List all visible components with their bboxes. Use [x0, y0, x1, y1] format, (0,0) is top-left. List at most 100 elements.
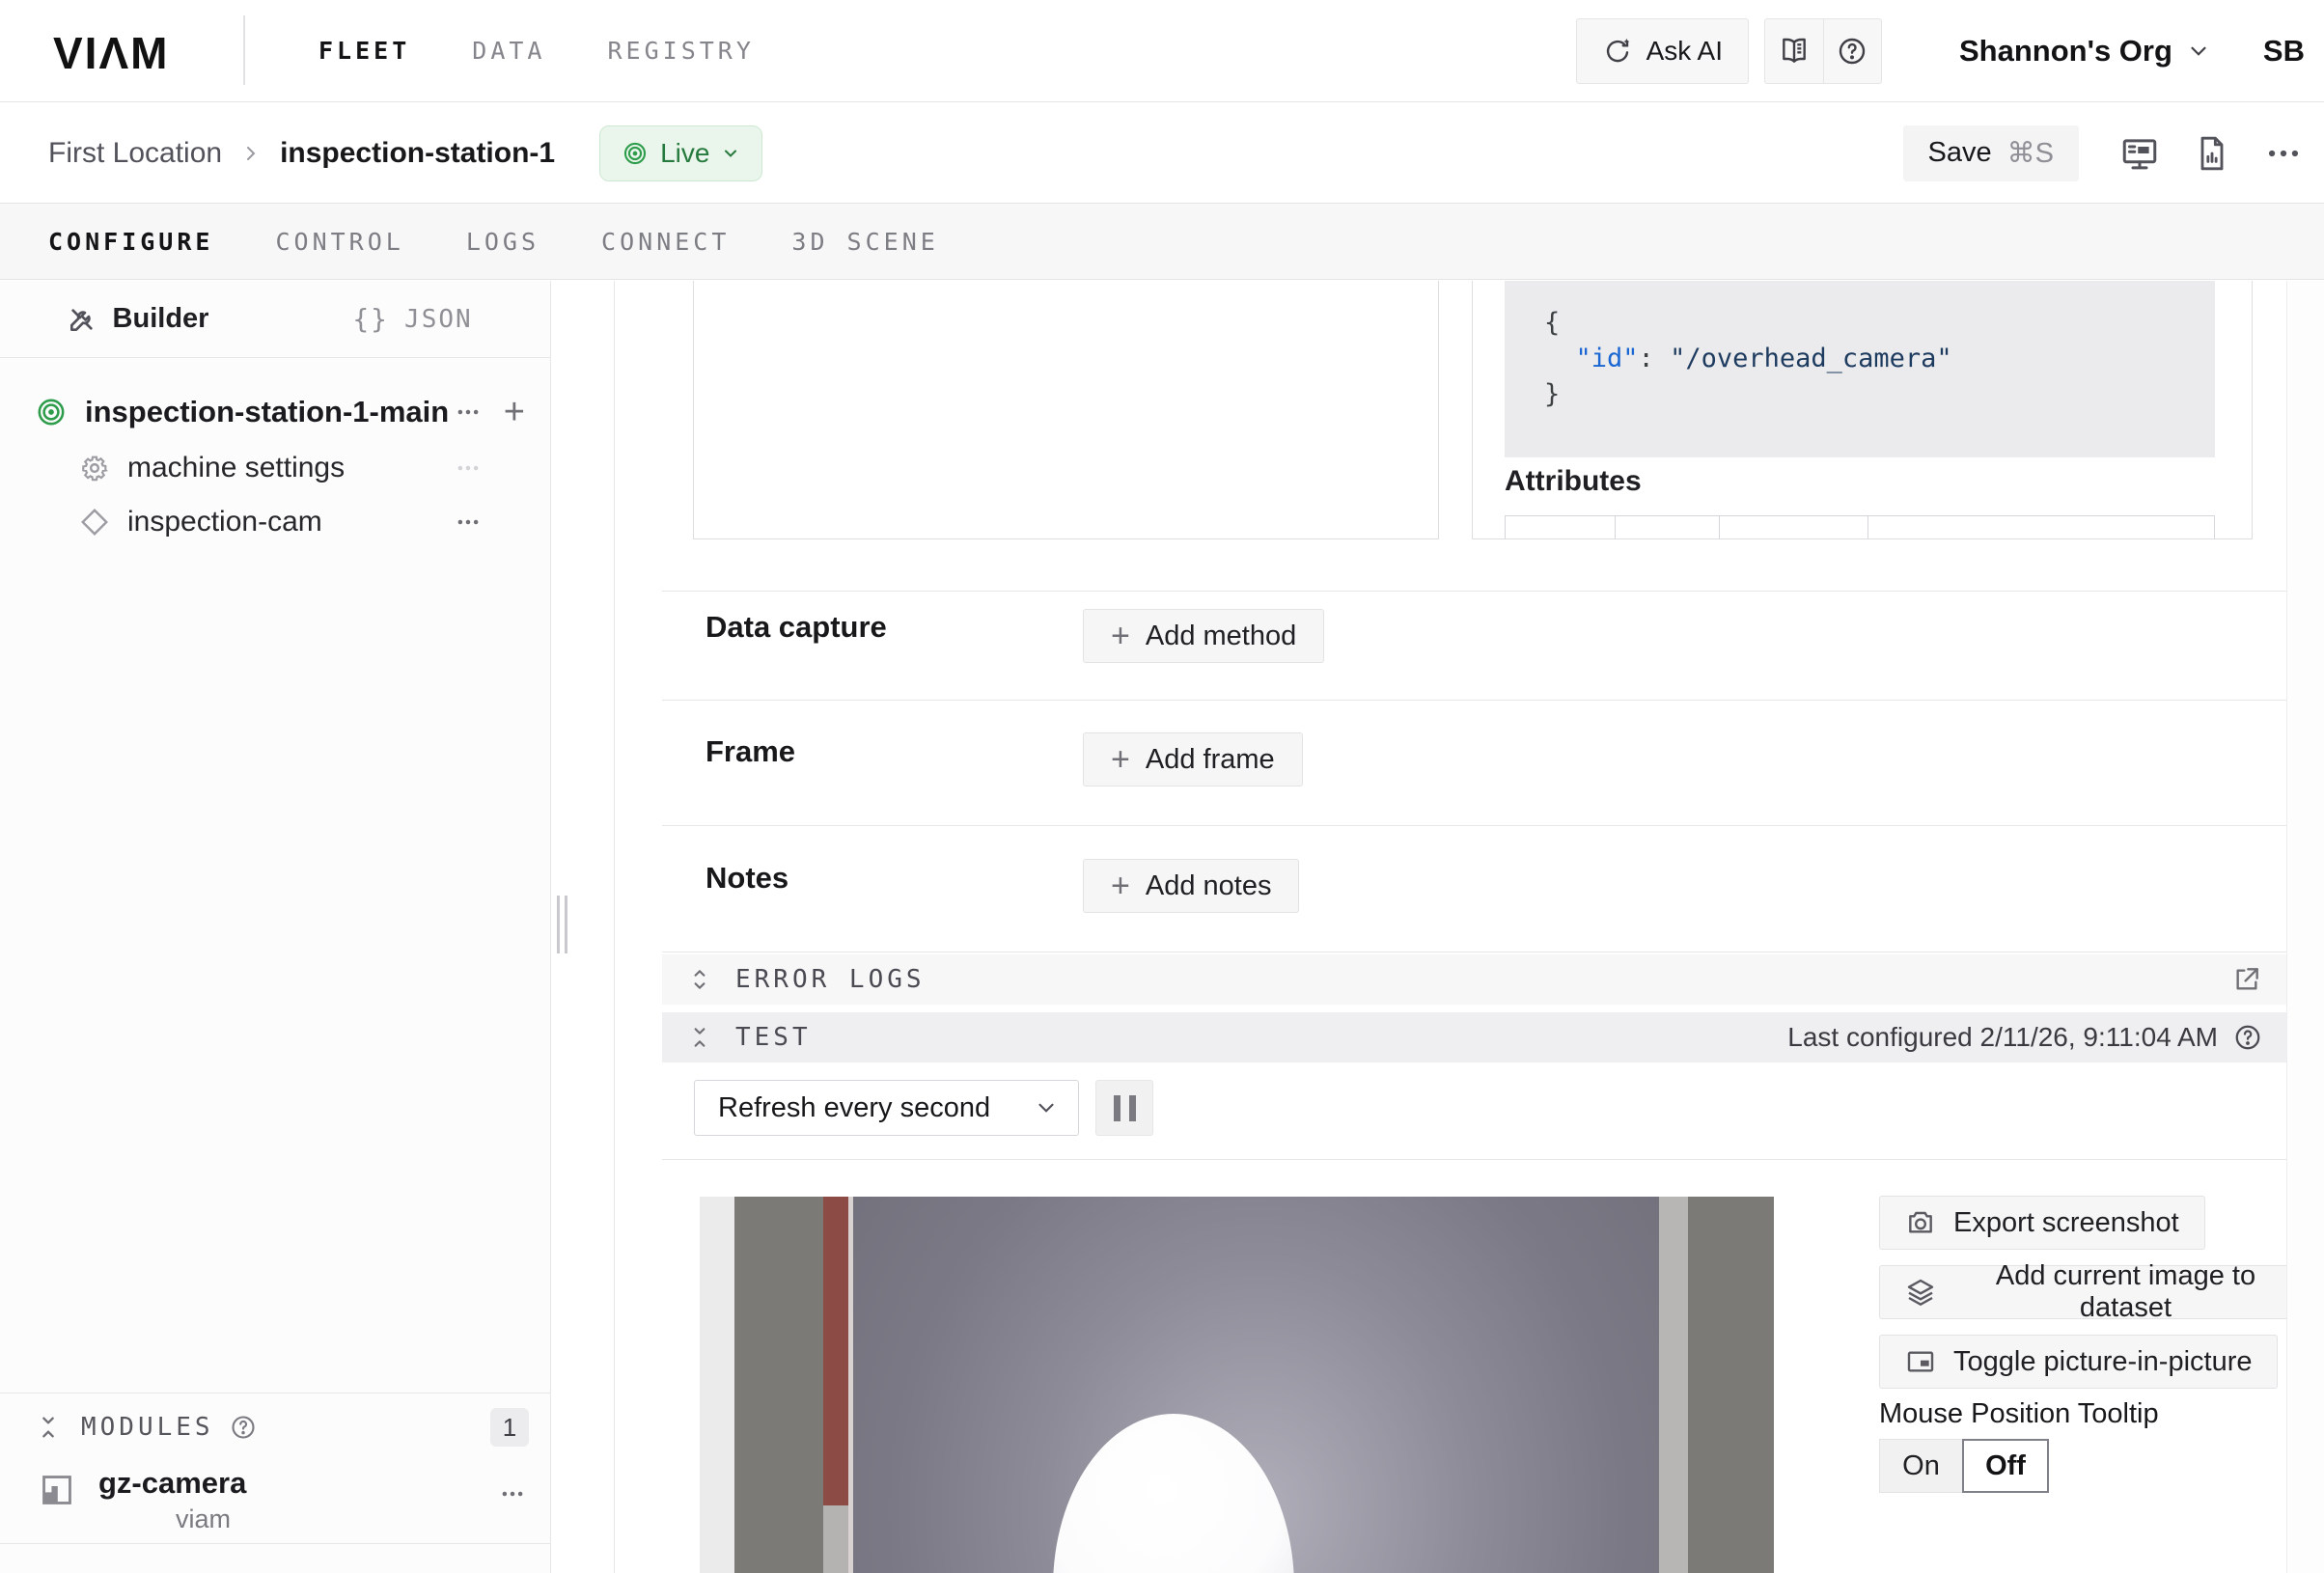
error-logs-title: ERROR LOGS — [735, 965, 926, 994]
sidebar-item-inspection-cam[interactable]: inspection-cam — [0, 499, 550, 545]
tab-control[interactable]: CONTROL — [275, 228, 403, 256]
row-divider — [662, 825, 2287, 826]
more-options-icon[interactable] — [2262, 132, 2305, 175]
nav-registry[interactable]: REGISTRY — [607, 37, 754, 65]
test-section-bar[interactable]: TEST Last configured 2/11/26, 9:11:04 AM — [662, 1012, 2287, 1062]
chevron-right-icon — [239, 142, 263, 165]
expand-section-icon[interactable] — [687, 967, 712, 992]
config-sidebar: Builder {} JSON inspection-station-1-mai… — [0, 281, 551, 1573]
top-nav: FLEET DATA REGISTRY — [318, 0, 755, 101]
machine-status-badge[interactable]: Live — [599, 125, 762, 181]
module-item-gz-camera[interactable]: gz-camera viam — [0, 1466, 550, 1534]
module-name: gz-camera — [98, 1466, 246, 1501]
module-icon — [39, 1472, 75, 1534]
error-logs-section-bar[interactable]: ERROR LOGS — [662, 954, 2287, 1005]
workspace: Builder {} JSON inspection-station-1-mai… — [0, 281, 2324, 1573]
tab-3d-scene[interactable]: 3D SCENE — [791, 228, 938, 256]
help-circle-icon[interactable] — [230, 1414, 257, 1441]
help-circle-icon[interactable] — [1823, 19, 1881, 83]
breadcrumb: First Location inspection-station-1 Live — [48, 103, 762, 203]
collapse-section-icon[interactable] — [687, 1025, 712, 1050]
sidebar-item-machine-part[interactable]: inspection-station-1-main + — [0, 389, 550, 435]
help-circle-icon[interactable] — [2233, 1023, 2262, 1052]
ask-ai-button[interactable]: Ask AI — [1576, 18, 1749, 84]
more-options-icon[interactable] — [498, 1479, 527, 1534]
modules-divider — [0, 1393, 550, 1394]
inspection-cam-label: inspection-cam — [127, 506, 322, 538]
add-frame-button[interactable]: + Add frame — [1083, 732, 1303, 786]
machine-part-name: inspection-station-1-main — [85, 395, 449, 429]
tab-logs[interactable]: LOGS — [466, 228, 540, 256]
camera-icon — [1905, 1207, 1936, 1238]
external-link-icon[interactable] — [2231, 964, 2262, 995]
pause-refresh-button[interactable] — [1095, 1080, 1153, 1136]
collapse-section-icon[interactable] — [35, 1414, 62, 1441]
topbar-divider — [243, 15, 245, 85]
add-notes-button[interactable]: + Add notes — [1083, 859, 1299, 913]
chevron-down-icon — [1034, 1095, 1059, 1120]
machine-settings-label: machine settings — [127, 452, 345, 484]
top-bar: VIΛM FLEET DATA REGISTRY Ask AI — [0, 0, 2324, 102]
save-button[interactable]: Save ⌘S — [1903, 125, 2079, 181]
sidebar-resize-handle[interactable] — [557, 896, 567, 953]
refresh-rate-select[interactable]: Refresh every second — [694, 1080, 1079, 1136]
pause-icon — [1114, 1095, 1120, 1121]
camera-stream-view — [700, 1197, 1774, 1573]
live-broadcast-icon — [622, 140, 649, 167]
maroon-stripe — [823, 1197, 848, 1505]
picture-in-picture-icon — [1905, 1346, 1936, 1377]
module-org: viam — [176, 1504, 246, 1534]
toggle-on-button[interactable]: On — [1879, 1439, 1962, 1493]
refresh-rate-value: Refresh every second — [718, 1092, 1034, 1124]
add-image-to-dataset-button[interactable]: Add current image to dataset — [1879, 1265, 2324, 1319]
breadcrumb-location[interactable]: First Location — [48, 137, 222, 170]
mouse-tooltip-toggle: On Off — [1879, 1439, 2049, 1493]
machine-tab-bar: CONFIGURE CONTROL LOGS CONNECT 3D SCENE — [0, 204, 2324, 280]
add-method-button[interactable]: + Add method — [1083, 609, 1324, 663]
row-divider — [662, 1159, 2287, 1160]
docs-book-icon[interactable] — [1765, 19, 1823, 83]
viam-logo[interactable]: VIΛM — [53, 27, 169, 79]
toggle-off-button[interactable]: Off — [1962, 1439, 2049, 1493]
modules-count-badge: 1 — [490, 1408, 529, 1447]
breadcrumb-bar: First Location inspection-station-1 Live… — [0, 103, 2324, 204]
notes-label: Notes — [706, 861, 788, 896]
braces-icon: {} — [352, 303, 389, 335]
component-config-box[interactable] — [693, 281, 1439, 539]
modules-title: MODULES — [81, 1413, 214, 1442]
frame-label: Frame — [706, 734, 795, 769]
row-divider — [662, 700, 2287, 701]
attributes-title: Attributes — [1505, 465, 1642, 498]
user-avatar[interactable]: SB — [2263, 34, 2305, 69]
modules-header: MODULES 1 — [0, 1398, 550, 1456]
toggle-pip-button[interactable]: Toggle picture-in-picture — [1879, 1335, 2278, 1389]
export-screenshot-button[interactable]: Export screenshot — [1879, 1196, 2205, 1250]
test-title: TEST — [735, 1023, 812, 1052]
builder-label: Builder — [113, 303, 209, 335]
tab-configure[interactable]: CONFIGURE — [48, 228, 213, 256]
config-main-panel: { "id": "/overhead_camera" } Attributes … — [614, 281, 2324, 1573]
mouse-position-tooltip-label: Mouse Position Tooltip — [1879, 1398, 2159, 1430]
screencast-monitor-icon[interactable] — [2119, 133, 2160, 174]
attributes-table — [1505, 515, 2215, 539]
more-options-icon[interactable] — [454, 508, 483, 537]
status-label: Live — [660, 138, 709, 169]
nav-fleet[interactable]: FLEET — [318, 37, 410, 65]
org-switcher[interactable]: Shannon's Org — [1959, 34, 2211, 69]
json-mode-button[interactable]: {} JSON — [275, 281, 550, 357]
scrollbar-gutter[interactable] — [2286, 281, 2324, 1573]
chevron-down-icon — [721, 144, 740, 163]
file-report-icon[interactable] — [2193, 134, 2231, 173]
more-options-icon[interactable] — [454, 398, 483, 427]
tools-icon — [67, 304, 97, 335]
camera-scene — [700, 1197, 1774, 1573]
data-capture-label: Data capture — [706, 610, 887, 645]
ai-sparkle-icon — [1602, 36, 1633, 67]
tab-connect[interactable]: CONNECT — [601, 228, 730, 256]
component-diamond-icon — [79, 507, 110, 538]
save-shortcut: ⌘S — [2007, 136, 2054, 170]
builder-mode-button[interactable]: Builder — [0, 281, 275, 357]
more-options-icon[interactable] — [454, 454, 483, 483]
nav-data[interactable]: DATA — [472, 37, 545, 65]
sidebar-item-machine-settings[interactable]: machine settings — [0, 445, 550, 491]
